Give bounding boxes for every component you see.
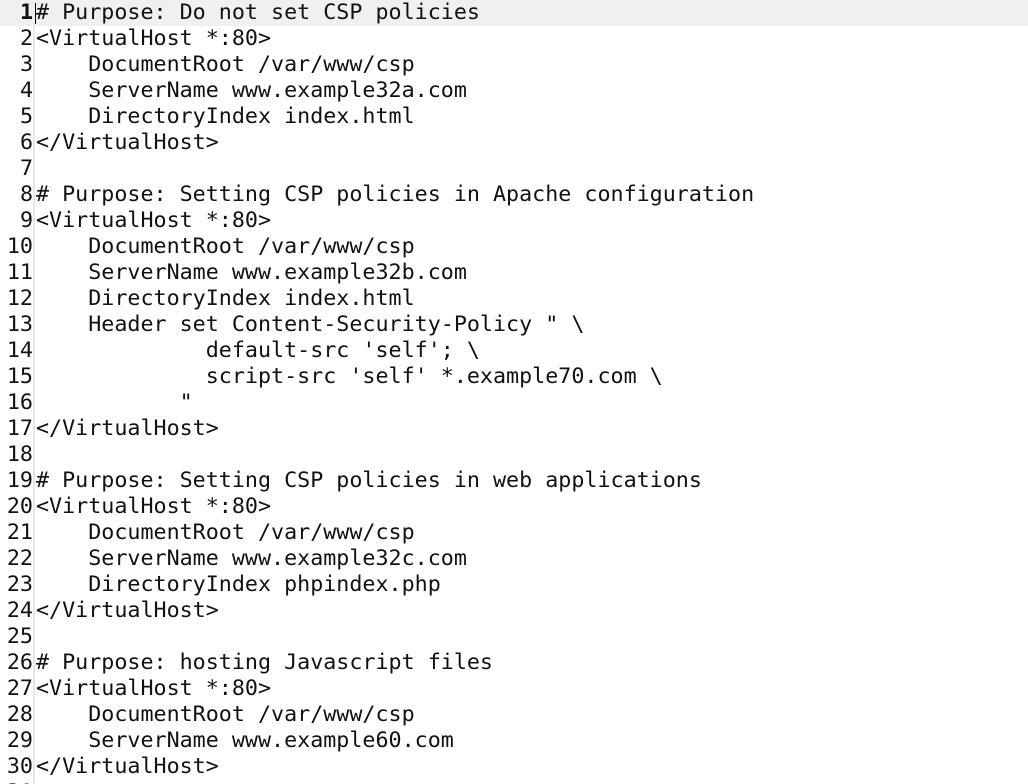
code-line[interactable]: 19 # Purpose: Setting CSP policies in web… <box>0 468 1028 494</box>
line-text[interactable]: ServerName www.example32c.com <box>36 546 467 572</box>
code-line[interactable]: 26 # Purpose: hosting Javascript files <box>0 650 1028 676</box>
line-number: 3 <box>19 52 33 77</box>
code-line[interactable]: 14 default-src 'self'; \ <box>0 338 1028 364</box>
line-text[interactable]: <VirtualHost *:80> <box>36 494 271 520</box>
line-number: 8 <box>19 182 33 207</box>
line-number: 21 <box>6 520 33 545</box>
line-text[interactable]: </VirtualHost> <box>36 416 219 442</box>
code-line[interactable]: 27 <VirtualHost *:80> <box>0 676 1028 702</box>
code-line[interactable]: 20 <VirtualHost *:80> <box>0 494 1028 520</box>
code-line[interactable]: 24 </VirtualHost> <box>0 598 1028 624</box>
code-line[interactable]: 5 DirectoryIndex index.html <box>0 104 1028 130</box>
line-text[interactable]: <VirtualHost *:80> <box>36 676 271 702</box>
code-line[interactable]: 9 <VirtualHost *:80> <box>0 208 1028 234</box>
line-text[interactable]: DirectoryIndex index.html <box>36 286 414 312</box>
line-text[interactable]: # Purpose: Setting CSP policies in web a… <box>36 468 702 494</box>
line-text[interactable]: " <box>36 390 193 416</box>
text-cursor <box>35 3 36 24</box>
line-text[interactable]: ServerName www.example32a.com <box>36 78 467 104</box>
line-number: 14 <box>6 338 33 363</box>
code-line[interactable]: 3 DocumentRoot /var/www/csp <box>0 52 1028 78</box>
line-text[interactable]: DocumentRoot /var/www/csp <box>36 52 414 78</box>
line-text[interactable]: # Purpose: Setting CSP policies in Apach… <box>36 182 754 208</box>
code-line[interactable]: 2 <VirtualHost *:80> <box>0 26 1028 52</box>
line-text[interactable]: DocumentRoot /var/www/csp <box>36 702 414 728</box>
code-area[interactable]: 1 # Purpose: Do not set CSP policies 2 <Vir… <box>0 0 1028 784</box>
line-text[interactable]: <VirtualHost *:80> <box>36 208 271 234</box>
code-line[interactable]: 6 </VirtualHost> <box>0 130 1028 156</box>
line-number: 29 <box>6 728 33 753</box>
code-line[interactable]: 23 DirectoryIndex phpindex.php <box>0 572 1028 598</box>
line-number: 16 <box>6 390 33 415</box>
line-number: 19 <box>6 468 33 493</box>
line-number: 10 <box>6 234 33 259</box>
line-text[interactable]: Header set Content-Security-Policy " \ <box>36 312 584 338</box>
line-number: 27 <box>6 676 33 701</box>
line-number: 9 <box>19 208 33 233</box>
line-text[interactable]: # Purpose: hosting Javascript files <box>36 650 493 676</box>
line-number: 15 <box>6 364 33 389</box>
line-number: 5 <box>19 104 33 129</box>
line-number: 22 <box>6 546 33 571</box>
code-line[interactable]: 21 DocumentRoot /var/www/csp <box>0 520 1028 546</box>
line-number: 23 <box>6 572 33 597</box>
code-line[interactable]: 25 <box>0 624 1028 650</box>
code-line[interactable]: 1 # Purpose: Do not set CSP policies <box>0 0 1028 26</box>
line-text[interactable]: </VirtualHost> <box>36 598 219 624</box>
line-text[interactable]: </VirtualHost> <box>36 754 219 780</box>
line-number: 6 <box>19 130 33 155</box>
line-number: 26 <box>6 650 33 675</box>
line-number: 18 <box>6 442 33 467</box>
line-text[interactable]: ServerName www.example60.com <box>36 728 454 754</box>
code-line[interactable]: 31 <box>0 780 1028 784</box>
code-line[interactable]: 22 ServerName www.example32c.com <box>0 546 1028 572</box>
line-text[interactable]: <VirtualHost *:80> <box>36 26 271 52</box>
code-line[interactable]: 28 DocumentRoot /var/www/csp <box>0 702 1028 728</box>
line-number: 12 <box>6 286 33 311</box>
line-text[interactable]: DirectoryIndex phpindex.php <box>36 572 441 598</box>
line-number: 13 <box>6 312 33 337</box>
code-line[interactable]: 18 <box>0 442 1028 468</box>
code-line[interactable]: 10 DocumentRoot /var/www/csp <box>0 234 1028 260</box>
code-line[interactable]: 17 </VirtualHost> <box>0 416 1028 442</box>
line-number: 7 <box>19 156 33 181</box>
line-number: 24 <box>6 598 33 623</box>
line-number: 30 <box>6 754 33 779</box>
code-line[interactable]: 11 ServerName www.example32b.com <box>0 260 1028 286</box>
code-line[interactable]: 7 <box>0 156 1028 182</box>
line-text[interactable]: DirectoryIndex index.html <box>36 104 414 130</box>
line-number: 11 <box>6 260 33 285</box>
code-line[interactable]: 15 script-src 'self' *.example70.com \ <box>0 364 1028 390</box>
line-number: 17 <box>6 416 33 441</box>
text-editor[interactable]: 1 # Purpose: Do not set CSP policies 2 <Vir… <box>0 0 1028 784</box>
line-text[interactable]: ServerName www.example32b.com <box>36 260 467 286</box>
line-text[interactable]: # Purpose: Do not set CSP policies <box>36 0 480 26</box>
line-number: 25 <box>6 624 33 649</box>
code-line[interactable]: 29 ServerName www.example60.com <box>0 728 1028 754</box>
line-text[interactable]: </VirtualHost> <box>36 130 219 156</box>
line-text[interactable]: DocumentRoot /var/www/csp <box>36 520 414 546</box>
code-line[interactable]: 12 DirectoryIndex index.html <box>0 286 1028 312</box>
line-number: 4 <box>19 78 33 103</box>
line-text[interactable]: DocumentRoot /var/www/csp <box>36 234 414 260</box>
line-number: 2 <box>19 26 33 51</box>
line-number: 20 <box>6 494 33 519</box>
line-number: 1 <box>19 0 33 25</box>
line-text[interactable]: default-src 'self'; \ <box>36 338 480 364</box>
line-number: 28 <box>6 702 33 727</box>
code-line[interactable]: 13 Header set Content-Security-Policy " … <box>0 312 1028 338</box>
code-line[interactable]: 8 # Purpose: Setting CSP policies in Apac… <box>0 182 1028 208</box>
code-line[interactable]: 16 " <box>0 390 1028 416</box>
line-number: 31 <box>0 780 33 784</box>
line-text[interactable]: script-src 'self' *.example70.com \ <box>36 364 663 390</box>
code-line[interactable]: 4 ServerName www.example32a.com <box>0 78 1028 104</box>
code-line[interactable]: 30 </VirtualHost> <box>0 754 1028 780</box>
